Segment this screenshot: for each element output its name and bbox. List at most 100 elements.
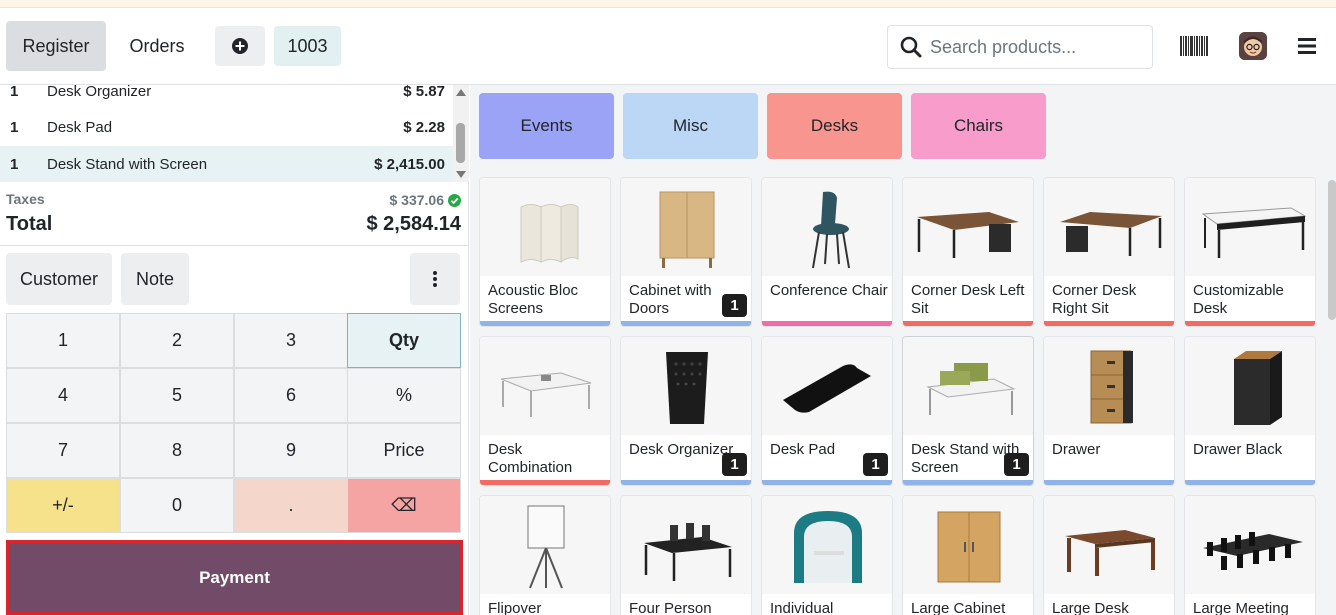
product-name: Large Meeting	[1193, 600, 1289, 615]
payment-button[interactable]: Payment	[6, 540, 463, 615]
current-order-tab[interactable]: 1003	[274, 26, 341, 66]
product-card[interactable]: Drawer	[1043, 336, 1175, 486]
product-card[interactable]: Acoustic Bloc Screens	[479, 177, 611, 327]
numpad-key-4[interactable]: 4	[6, 368, 120, 423]
orders-button[interactable]: Orders	[112, 21, 202, 71]
new-order-button[interactable]	[215, 26, 265, 66]
product-card[interactable]: Large Desk	[1043, 495, 1175, 615]
search-icon	[900, 36, 922, 58]
numpad-backspace-icon[interactable]: ⌫	[347, 478, 461, 533]
scroll-down-arrow-icon[interactable]	[456, 171, 466, 178]
numpad-key-5[interactable]: 5	[120, 368, 234, 423]
hamburger-menu-icon[interactable]	[1298, 38, 1316, 54]
user-avatar[interactable]	[1239, 32, 1267, 60]
category-misc[interactable]: Misc	[623, 93, 758, 159]
product-card[interactable]: Desk Pad 1	[761, 336, 893, 486]
orderline[interactable]: 1 Desk Pad $ 2.28	[0, 109, 453, 145]
product-card[interactable]: Customizable Desk	[1184, 177, 1316, 327]
scrollbar-thumb[interactable]	[456, 123, 465, 163]
quantity-badge: 1	[1004, 453, 1029, 476]
product-card[interactable]: Desk Stand with Screen 1	[902, 336, 1034, 486]
numpad-key-0[interactable]: 0	[120, 478, 234, 533]
product-card[interactable]: Flipover	[479, 495, 611, 615]
numpad-key-9[interactable]: 9	[234, 423, 348, 478]
category-desks[interactable]: Desks	[767, 93, 902, 159]
product-name: Conference Chair	[770, 282, 888, 299]
category-color-bar	[903, 480, 1033, 485]
numpad-qty-mode[interactable]: Qty	[347, 313, 461, 368]
product-image	[1044, 496, 1174, 594]
total-label: Total	[6, 213, 53, 235]
product-card[interactable]: Large Meeting	[1184, 495, 1316, 615]
check-circle-icon	[448, 193, 461, 207]
category-color-bar	[1044, 321, 1174, 326]
more-actions-button[interactable]	[410, 253, 460, 305]
product-image	[480, 496, 610, 594]
product-name: Individual	[770, 600, 834, 615]
category-color-bar	[903, 321, 1033, 326]
orderline-selected[interactable]: 1 Desk Stand with Screen $ 2,415.00	[0, 146, 453, 182]
orderlines-scrollbar[interactable]	[453, 85, 469, 182]
product-card[interactable]: Desk Combination	[479, 336, 611, 486]
top-notice-strip	[0, 0, 1336, 8]
product-panel: Events Misc Desks Chairs Acoustic Bloc S…	[470, 85, 1336, 615]
search-bar[interactable]	[887, 25, 1153, 69]
category-color-bar	[1185, 321, 1315, 326]
numpad-key-1[interactable]: 1	[6, 313, 120, 368]
numpad-key-2[interactable]: 2	[120, 313, 234, 368]
taxes-value: $ 337.06	[389, 192, 445, 208]
plus-circle-icon	[232, 38, 248, 54]
product-image	[762, 178, 892, 276]
product-card[interactable]: Corner Desk Right Sit	[1043, 177, 1175, 327]
product-name: Large Desk	[1052, 600, 1129, 615]
category-color-bar	[621, 480, 751, 485]
product-card[interactable]: Cabinet with Doors 1	[620, 177, 752, 327]
category-events[interactable]: Events	[479, 93, 614, 159]
product-name: Corner Desk Right Sit	[1052, 282, 1137, 317]
product-list-scrollbar[interactable]	[1328, 180, 1336, 320]
total-value: $ 2,584.14	[366, 213, 461, 235]
product-name: Large Cabinet	[911, 600, 1006, 615]
product-name: Acoustic Bloc Screens	[488, 282, 579, 317]
register-button[interactable]: Register	[6, 21, 106, 71]
numpad-decimal-point[interactable]: .	[234, 478, 348, 533]
product-image	[1044, 337, 1174, 435]
product-name: Drawer Black	[1193, 441, 1283, 458]
note-button[interactable]: Note	[121, 253, 189, 305]
orderline-name: Desk Organizer	[47, 85, 152, 100]
product-card[interactable]: Large Cabinet	[902, 495, 1034, 615]
product-image	[1185, 178, 1315, 276]
product-card[interactable]: Corner Desk Left Sit	[902, 177, 1034, 327]
product-name: Drawer	[1052, 441, 1101, 458]
customer-button[interactable]: Customer	[6, 253, 112, 305]
product-card[interactable]: Individual	[761, 495, 893, 615]
barcode-icon[interactable]	[1180, 36, 1208, 56]
numpad-key-8[interactable]: 8	[120, 423, 234, 478]
numpad-plus-minus[interactable]: +/-	[6, 478, 120, 533]
category-color-bar	[480, 480, 610, 485]
numpad-key-3[interactable]: 3	[234, 313, 348, 368]
product-card[interactable]: Conference Chair	[761, 177, 893, 327]
product-image	[903, 337, 1033, 435]
numpad-discount-mode[interactable]: %	[347, 368, 461, 423]
product-card[interactable]: Four Person	[620, 495, 752, 615]
product-name: Desk Combination	[488, 441, 573, 476]
product-card[interactable]: Drawer Black	[1184, 336, 1316, 486]
orderline[interactable]: 1 Desk Organizer $ 5.87	[0, 85, 453, 109]
category-chairs[interactable]: Chairs	[911, 93, 1046, 159]
product-name: Corner Desk Left Sit	[911, 282, 1025, 317]
orderline-qty: 1	[10, 118, 19, 136]
product-card[interactable]: Desk Organizer 1	[620, 336, 752, 486]
taxes-label: Taxes	[6, 191, 45, 207]
product-image	[621, 496, 751, 594]
product-image	[1044, 178, 1174, 276]
search-input[interactable]	[930, 36, 1140, 58]
category-color-bar	[480, 321, 610, 326]
total-row: Total $ 2,584.14	[6, 213, 461, 239]
numpad-key-6[interactable]: 6	[234, 368, 348, 423]
numpad-key-7[interactable]: 7	[6, 423, 120, 478]
product-name: Four Person	[629, 600, 712, 615]
scroll-up-arrow-icon[interactable]	[456, 89, 466, 96]
numpad-price-mode[interactable]: Price	[347, 423, 461, 478]
product-name: Flipover	[488, 600, 542, 615]
